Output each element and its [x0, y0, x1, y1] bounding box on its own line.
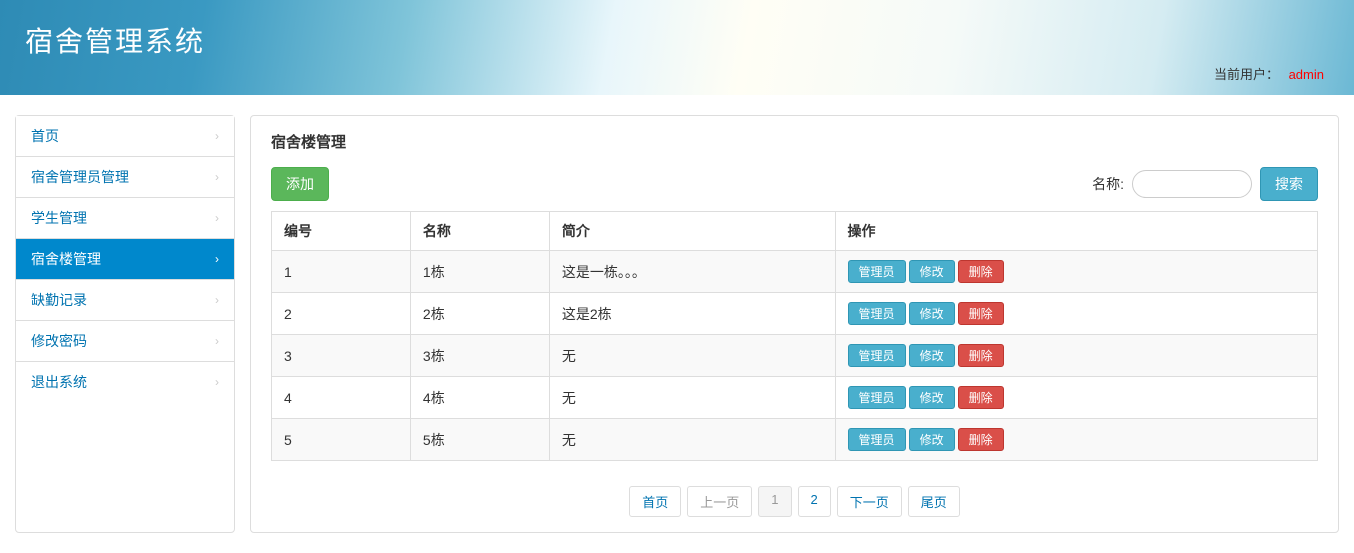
cell-name: 1栋 [410, 251, 549, 293]
cell-name: 3栋 [410, 335, 549, 377]
main-panel: 宿舍楼管理 添加 名称: 搜索 编号名称简介操作 11栋这是一栋。。。管理员修改… [250, 115, 1339, 533]
sidebar-item-label: 宿舍楼管理 [31, 249, 101, 269]
page-prev: 上一页 [687, 486, 752, 517]
chevron-right-icon: › [215, 375, 219, 389]
chevron-right-icon: › [215, 211, 219, 225]
cell-id: 5 [272, 419, 411, 461]
sidebar-item-2[interactable]: 学生管理 › [16, 198, 234, 239]
cell-actions: 管理员修改删除 [835, 335, 1317, 377]
chevron-right-icon: › [215, 334, 219, 348]
sidebar-item-0[interactable]: 首页 › [16, 116, 234, 157]
search-group: 名称: 搜索 [1092, 167, 1318, 201]
page-last[interactable]: 尾页 [908, 486, 960, 517]
delete-button[interactable]: 删除 [958, 428, 1004, 451]
app-title: 宿舍管理系统 [25, 20, 1329, 60]
pagination: 首页上一页12下一页尾页 [271, 486, 1318, 517]
cell-desc: 这是一栋。。。 [549, 251, 835, 293]
manager-button[interactable]: 管理员 [848, 260, 906, 283]
delete-button[interactable]: 删除 [958, 260, 1004, 283]
cell-actions: 管理员修改删除 [835, 251, 1317, 293]
search-button[interactable]: 搜索 [1260, 167, 1318, 201]
manager-button[interactable]: 管理员 [848, 344, 906, 367]
cell-id: 4 [272, 377, 411, 419]
table-row: 22栋这是2栋管理员修改删除 [272, 293, 1318, 335]
chevron-right-icon: › [215, 293, 219, 307]
manager-button[interactable]: 管理员 [848, 386, 906, 409]
sidebar-item-label: 首页 [31, 126, 59, 146]
col-header-3: 操作 [835, 212, 1317, 251]
page-first[interactable]: 首页 [629, 486, 681, 517]
edit-button[interactable]: 修改 [909, 428, 955, 451]
cell-id: 2 [272, 293, 411, 335]
sidebar-item-label: 宿舍管理员管理 [31, 167, 129, 187]
edit-button[interactable]: 修改 [909, 386, 955, 409]
cell-actions: 管理员修改删除 [835, 293, 1317, 335]
page-next[interactable]: 下一页 [837, 486, 902, 517]
sidebar-item-3[interactable]: 宿舍楼管理 › [16, 239, 234, 280]
cell-actions: 管理员修改删除 [835, 377, 1317, 419]
search-label: 名称: [1092, 174, 1124, 194]
page-1: 1 [758, 486, 791, 517]
cell-desc: 无 [549, 335, 835, 377]
chevron-right-icon: › [215, 252, 219, 266]
edit-button[interactable]: 修改 [909, 260, 955, 283]
delete-button[interactable]: 删除 [958, 386, 1004, 409]
cell-name: 2栋 [410, 293, 549, 335]
sidebar-item-label: 缺勤记录 [31, 290, 87, 310]
manager-button[interactable]: 管理员 [848, 428, 906, 451]
edit-button[interactable]: 修改 [909, 302, 955, 325]
sidebar-item-4[interactable]: 缺勤记录 › [16, 280, 234, 321]
page-title: 宿舍楼管理 [271, 131, 1318, 152]
cell-id: 3 [272, 335, 411, 377]
cell-id: 1 [272, 251, 411, 293]
add-button[interactable]: 添加 [271, 167, 329, 201]
manager-button[interactable]: 管理员 [848, 302, 906, 325]
cell-desc: 无 [549, 419, 835, 461]
col-header-0: 编号 [272, 212, 411, 251]
sidebar-item-label: 学生管理 [31, 208, 87, 228]
col-header-2: 简介 [549, 212, 835, 251]
chevron-right-icon: › [215, 129, 219, 143]
table-row: 44栋无管理员修改删除 [272, 377, 1318, 419]
sidebar-item-label: 退出系统 [31, 372, 87, 392]
sidebar-item-5[interactable]: 修改密码 › [16, 321, 234, 362]
user-label: 当前用户： [1214, 67, 1279, 82]
cell-name: 5栋 [410, 419, 549, 461]
cell-actions: 管理员修改删除 [835, 419, 1317, 461]
data-table: 编号名称简介操作 11栋这是一栋。。。管理员修改删除22栋这是2栋管理员修改删除… [271, 211, 1318, 461]
chevron-right-icon: › [215, 170, 219, 184]
toolbar: 添加 名称: 搜索 [271, 167, 1318, 201]
cell-desc: 这是2栋 [549, 293, 835, 335]
col-header-1: 名称 [410, 212, 549, 251]
delete-button[interactable]: 删除 [958, 302, 1004, 325]
sidebar-item-1[interactable]: 宿舍管理员管理 › [16, 157, 234, 198]
table-row: 11栋这是一栋。。。管理员修改删除 [272, 251, 1318, 293]
table-row: 33栋无管理员修改删除 [272, 335, 1318, 377]
cell-name: 4栋 [410, 377, 549, 419]
sidebar-item-label: 修改密码 [31, 331, 87, 351]
header: 宿舍管理系统 当前用户： admin [0, 0, 1354, 95]
search-input[interactable] [1132, 170, 1252, 198]
edit-button[interactable]: 修改 [909, 344, 955, 367]
delete-button[interactable]: 删除 [958, 344, 1004, 367]
sidebar: 首页 › 宿舍管理员管理 › 学生管理 › 宿舍楼管理 › 缺勤记录 › 修改密码 › 退出系统 › [15, 115, 235, 533]
current-user-display: 当前用户： admin [1214, 64, 1324, 83]
cell-desc: 无 [549, 377, 835, 419]
sidebar-item-6[interactable]: 退出系统 › [16, 362, 234, 402]
username: admin [1289, 67, 1324, 82]
table-row: 55栋无管理员修改删除 [272, 419, 1318, 461]
page-2[interactable]: 2 [798, 486, 831, 517]
